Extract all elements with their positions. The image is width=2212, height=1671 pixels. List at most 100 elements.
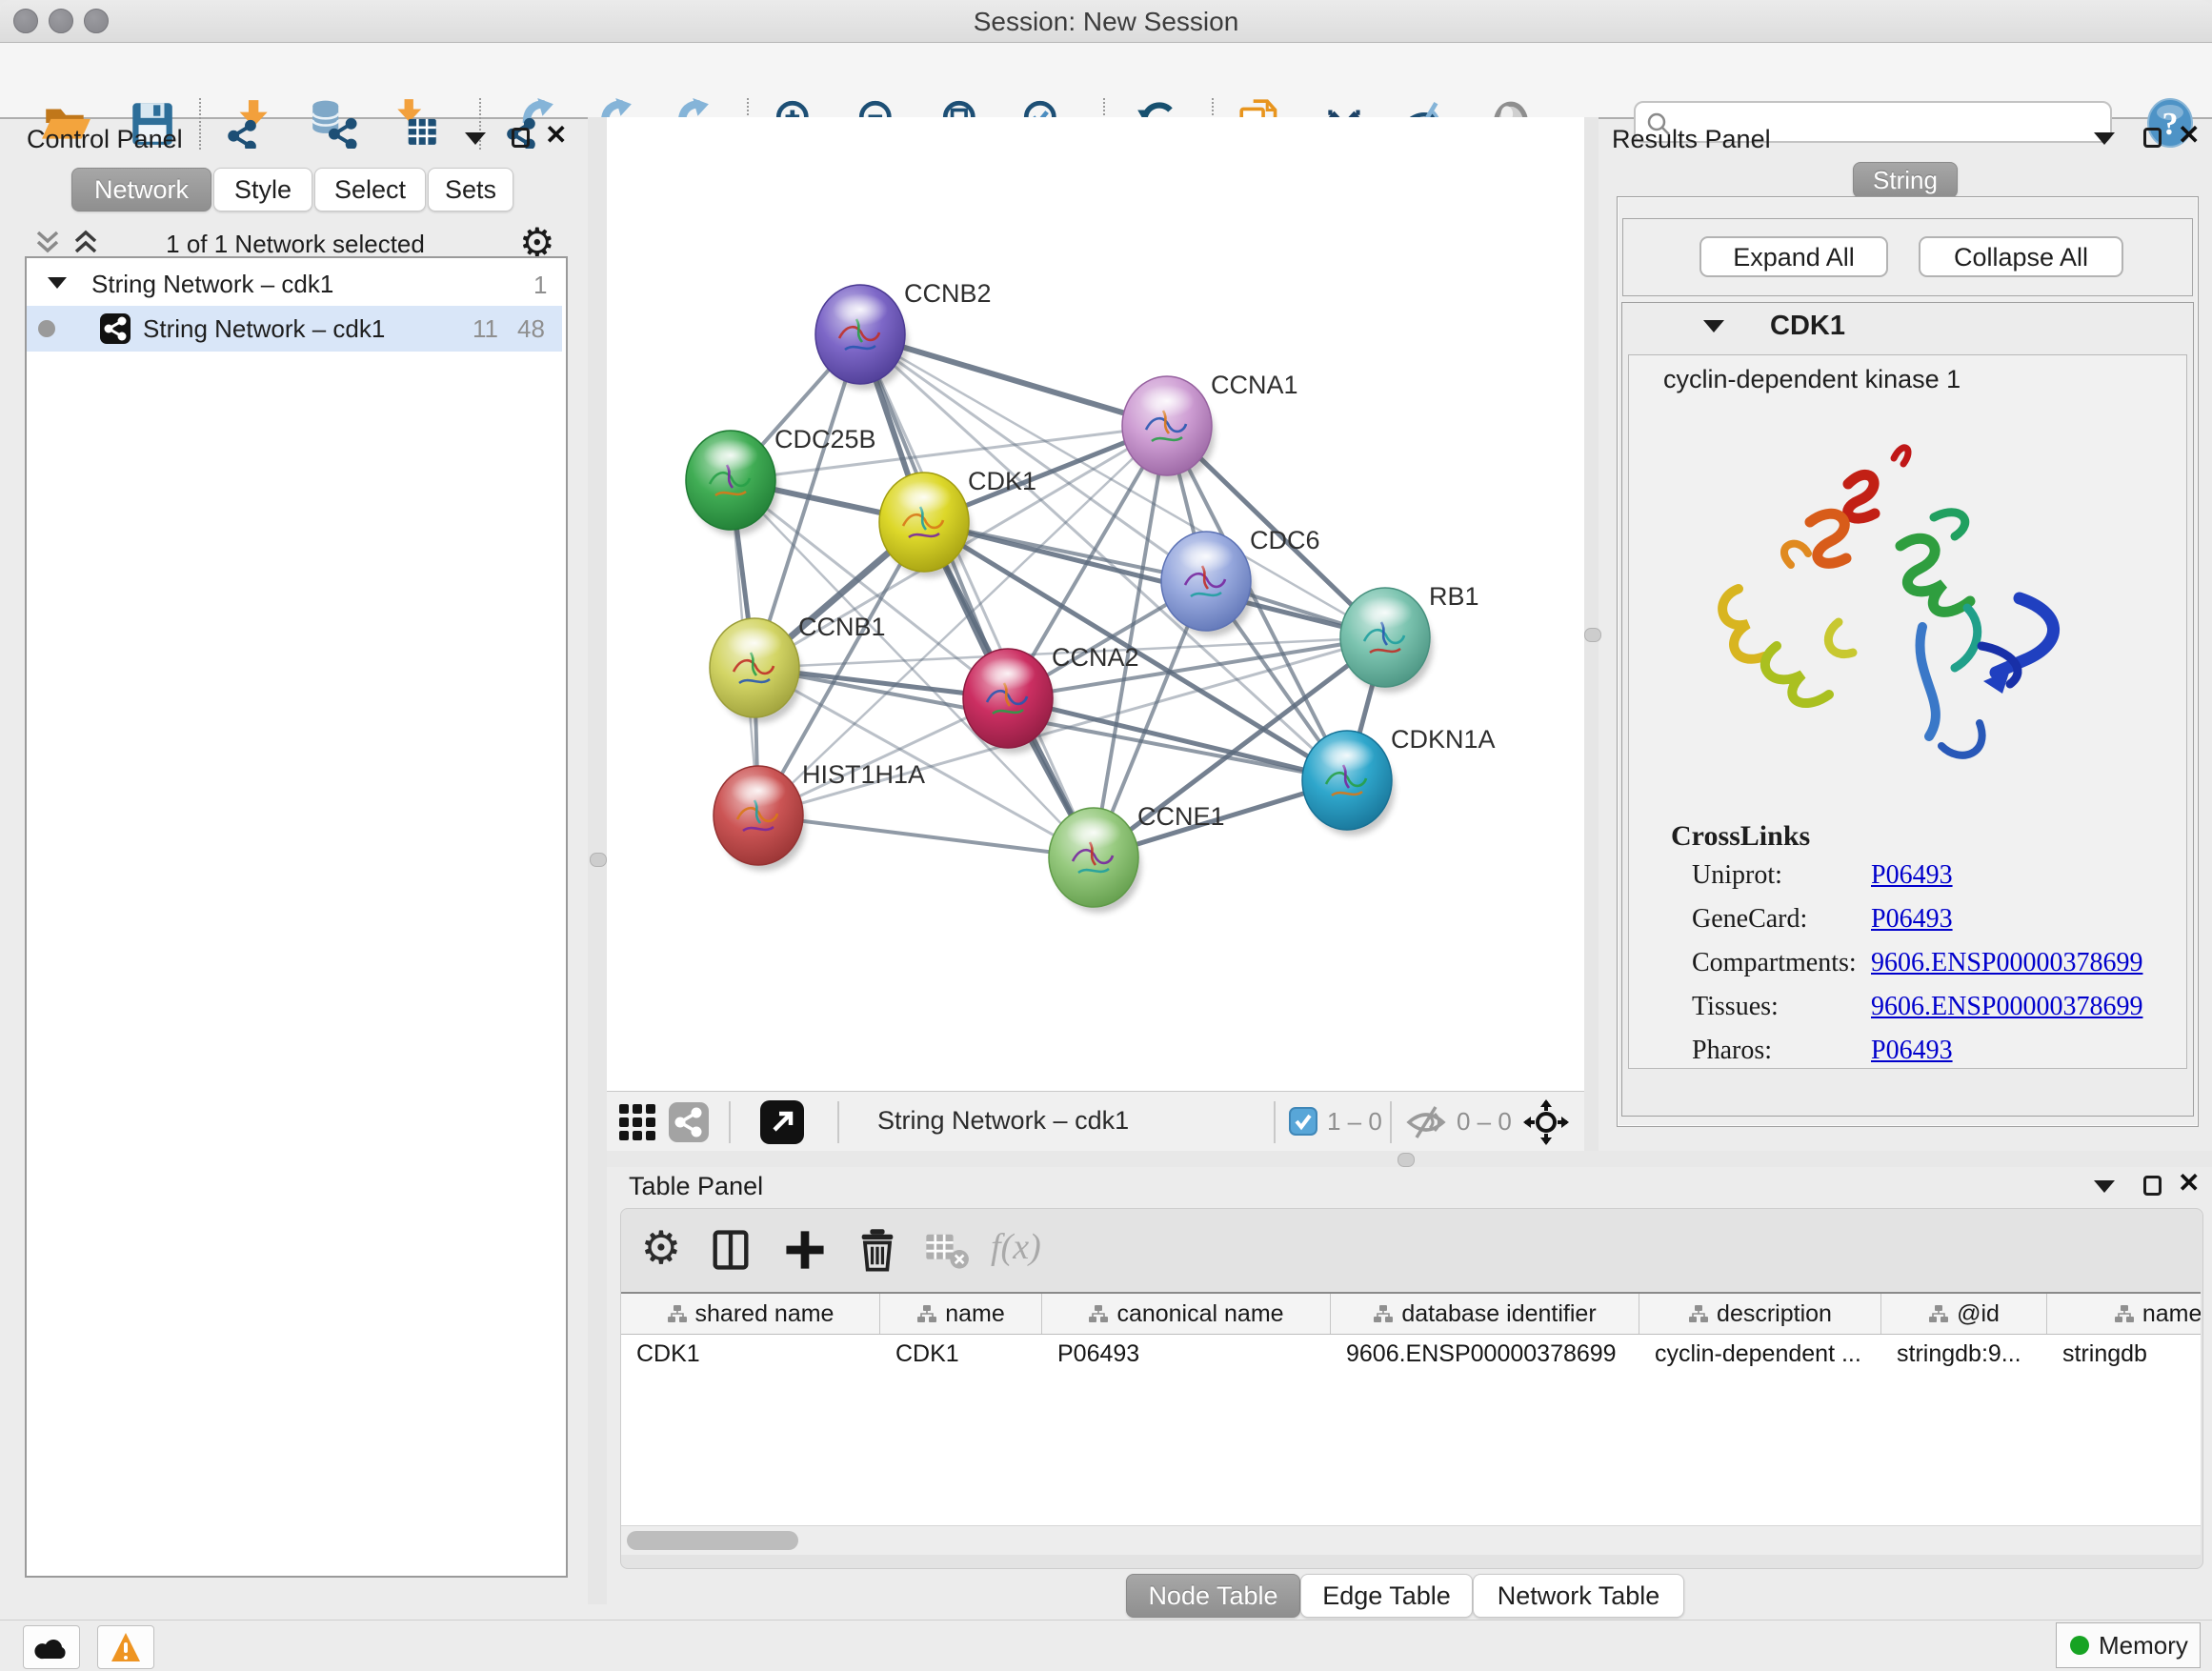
add-column-icon[interactable] [781, 1226, 838, 1274]
network-node-CDKN1A[interactable]: CDKN1A [1302, 725, 1496, 836]
column-header-canonical-name[interactable]: canonical name [1042, 1294, 1331, 1334]
column-header-namespace[interactable]: namespace [2047, 1294, 2201, 1334]
collapse-all-button[interactable]: Collapse All [1919, 236, 2123, 277]
column-header-shared-name[interactable]: shared name [621, 1294, 880, 1334]
node-table[interactable]: shared name name canonical name database id… [621, 1292, 2201, 1527]
network-node-RB1[interactable]: RB1 [1340, 582, 1479, 693]
column-header-label: description [1717, 1300, 1832, 1328]
collection-count: 1 [533, 271, 547, 300]
tab-edge-table[interactable]: Edge Table [1300, 1574, 1473, 1618]
close-panel-icon[interactable]: ✕ [2178, 125, 2200, 146]
tab-network-table[interactable]: Network Table [1473, 1574, 1684, 1618]
application-window: Session: New Session ? Control Panel [0, 0, 2212, 1671]
node-label: CCNE1 [1137, 802, 1225, 831]
float-panel-icon[interactable] [2143, 1176, 2162, 1196]
table-hscrollbar[interactable] [621, 1525, 2201, 1555]
crosslink-row: Compartments:9606.ENSP00000378699 [1692, 948, 2168, 988]
collapse-panel-icon[interactable] [2094, 132, 2115, 145]
delete-table-icon [922, 1226, 979, 1274]
cloud-icon [34, 1634, 69, 1661]
gene-collapse-icon[interactable] [1703, 320, 1724, 332]
warning-icon [111, 1631, 141, 1663]
crosslink-label: Pharos: [1692, 1036, 1772, 1065]
tab-network[interactable]: Network [71, 168, 211, 211]
column-header-label: @id [1957, 1300, 2000, 1328]
grid-view-icon[interactable] [618, 1103, 656, 1141]
network-row-selected[interactable]: String Network – cdk1 11 48 [27, 306, 562, 352]
table-header-row: shared name name canonical name database id… [621, 1294, 2201, 1335]
tab-style[interactable]: Style [213, 168, 312, 211]
selected-count-badge: 1 – 0 [1327, 1107, 1382, 1137]
column-header-label: canonical name [1116, 1300, 1283, 1328]
birdseye-view-icon[interactable] [1523, 1099, 1569, 1145]
column-header-description[interactable]: description [1639, 1294, 1881, 1334]
crosslink-value-link[interactable]: 9606.ENSP00000378699 [1871, 992, 2142, 1022]
network-node-CCNE1[interactable]: CCNE1 [1049, 802, 1225, 913]
horizontal-splitter[interactable] [607, 1151, 2212, 1167]
network-list: String Network – cdk1 1 String Network –… [25, 256, 568, 1578]
close-panel-icon[interactable]: ✕ [2178, 1173, 2200, 1194]
title-bar: Session: New Session [0, 0, 2212, 43]
right-splitter[interactable] [1584, 117, 1599, 1151]
float-panel-icon[interactable] [2143, 128, 2162, 148]
node-label: RB1 [1429, 582, 1479, 611]
scrollbar-thumb[interactable] [627, 1531, 798, 1550]
tree-expand-icon[interactable] [48, 277, 67, 289]
tab-string[interactable]: String [1853, 162, 1958, 198]
gear-icon[interactable]: ⚙ [638, 1226, 695, 1274]
network-state-dot-icon [38, 320, 55, 337]
selected-checkbox-icon[interactable] [1289, 1107, 1317, 1136]
network-canvas[interactable]: CCNB2CCNA1CDC25BCDK1CDC6RB1CCNB1CCNA2CDK… [607, 117, 1585, 1091]
node-label: CCNA2 [1052, 643, 1139, 672]
crosslinks-heading: CrossLinks [1671, 820, 1810, 853]
column-header-name[interactable]: name [880, 1294, 1042, 1334]
network-node-CDC6[interactable]: CDC6 [1161, 526, 1320, 636]
open-in-new-window-icon[interactable] [759, 1099, 805, 1145]
crosslink-row: Pharos: P06493 [1692, 1036, 2168, 1076]
close-panel-icon[interactable]: ✕ [545, 125, 567, 146]
crosslink-value-link[interactable]: P06493 [1871, 1036, 1953, 1066]
column-header--id[interactable]: @id [1881, 1294, 2047, 1334]
table-cell: stringdb [2047, 1335, 2201, 1373]
left-splitter[interactable] [588, 117, 607, 1604]
splitter-handle[interactable] [590, 853, 607, 867]
window-title: Session: New Session [0, 7, 2212, 37]
collapse-panel-icon[interactable] [2094, 1180, 2115, 1193]
column-header-label: database identifier [1401, 1300, 1596, 1328]
crosslink-value-link[interactable]: P06493 [1871, 860, 1953, 891]
column-header-label: name [945, 1300, 1005, 1328]
memory-button[interactable]: Memory [2056, 1622, 2201, 1668]
collapse-panel-icon[interactable] [465, 132, 486, 145]
collapse-all-icon[interactable] [30, 227, 65, 257]
columns-icon[interactable] [707, 1226, 764, 1274]
table-card: ⚙f(x) shared namenamecanonical namedatab… [620, 1208, 2203, 1569]
statusbar-separator [1390, 1101, 1392, 1143]
network-node-CCNB1[interactable]: CCNB1 [710, 613, 886, 723]
crosslink-value-link[interactable]: P06493 [1871, 904, 1953, 935]
float-panel-icon[interactable] [512, 128, 530, 148]
tab-sets[interactable]: Sets [428, 168, 513, 211]
column-header-database-identifier[interactable]: database identifier [1331, 1294, 1639, 1334]
results-panel-title: Results Panel [1612, 125, 1771, 154]
splitter-handle[interactable] [1398, 1153, 1415, 1167]
network-collection-row[interactable]: String Network – cdk1 1 [27, 262, 562, 306]
node-label: CCNA1 [1211, 371, 1298, 399]
network-node-HIST1H1A[interactable]: HIST1H1A [714, 760, 925, 871]
network-share-icon [99, 312, 131, 345]
node-label: CDKN1A [1391, 725, 1496, 754]
tab-node-table[interactable]: Node Table [1126, 1574, 1300, 1618]
main-toolbar: ? [0, 43, 2212, 119]
expand-all-button[interactable]: Expand All [1699, 236, 1888, 277]
expand-all-icon[interactable] [69, 227, 103, 257]
network-share-disabled-icon[interactable] [668, 1101, 710, 1143]
node-label: CDC6 [1250, 526, 1320, 554]
cloud-button[interactable] [23, 1625, 80, 1669]
warnings-button[interactable] [97, 1625, 154, 1669]
trash-icon[interactable] [854, 1226, 911, 1274]
network-node-CDK1[interactable]: CDK1 [879, 467, 1036, 577]
statusbar-separator [729, 1101, 731, 1143]
tab-select[interactable]: Select [314, 168, 426, 211]
crosslink-value-link[interactable]: 9606.ENSP00000378699 [1871, 948, 2142, 978]
network-collection-label: String Network – cdk1 [91, 270, 333, 299]
results-panel: Results Panel ✕ String Expand All Collap… [1599, 117, 2212, 1151]
